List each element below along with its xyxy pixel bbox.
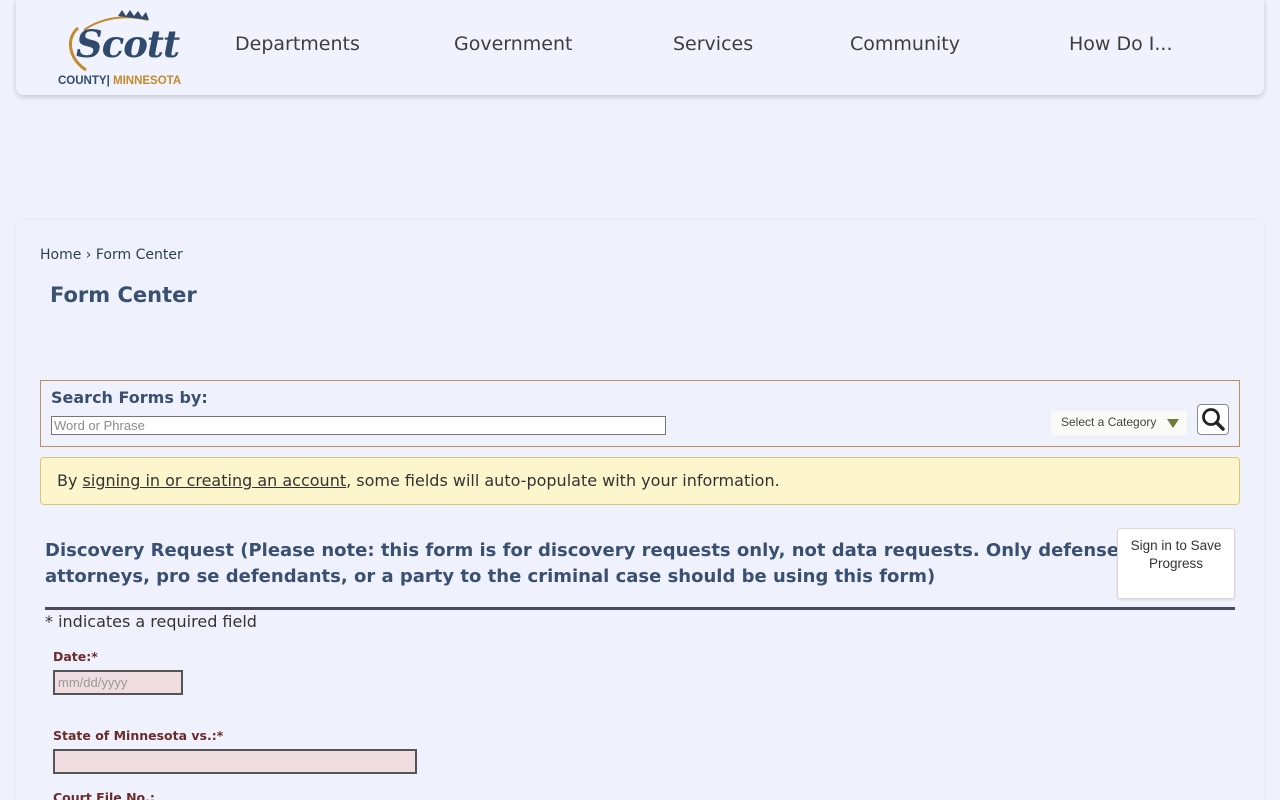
nav-how-do-i[interactable]: How Do I... (1069, 33, 1173, 55)
date-label: Date:* (53, 649, 98, 664)
logo-wordmark: Scott (76, 22, 180, 66)
search-label: Search Forms by: (51, 388, 208, 407)
sign-in-link[interactable]: signing in or creating an account (83, 471, 347, 490)
form-search-panel: Search Forms by: Select a Category (40, 380, 1240, 447)
state-vs-label: State of Minnesota vs.:* (53, 728, 224, 743)
title-divider (45, 607, 1235, 610)
scott-county-logo[interactable]: Scott COUNTY| MINNESOTA (56, 8, 191, 90)
dropdown-arrow-icon (1167, 419, 1179, 428)
category-select-label: Select a Category (1061, 415, 1157, 429)
notice-prefix: By (57, 471, 83, 490)
court-file-no-label: Court File No.: (53, 790, 155, 800)
required-field-note: * indicates a required field (45, 612, 257, 631)
logo-county-text: COUNTY| MINNESOTA (58, 75, 182, 87)
state-vs-field[interactable] (53, 749, 417, 774)
breadcrumb-current: Form Center (95, 247, 183, 263)
breadcrumb-separator: › (85, 247, 92, 263)
sign-in-save-progress-button[interactable]: Sign in to Save Progress (1117, 528, 1235, 599)
nav-services[interactable]: Services (673, 33, 753, 55)
notice-suffix: , some fields will auto-populate with yo… (346, 471, 780, 490)
main-content: Home › Form Center Form Center Search Fo… (16, 220, 1264, 800)
nav-community[interactable]: Community (850, 33, 960, 55)
date-field[interactable] (53, 670, 183, 695)
breadcrumb-home-link[interactable]: Home (40, 247, 81, 263)
search-button[interactable] (1197, 404, 1229, 435)
category-select[interactable]: Select a Category (1051, 411, 1187, 435)
form-title: Discovery Request (Please note: this for… (45, 540, 1120, 587)
search-icon (1202, 408, 1225, 431)
breadcrumb: Home › Form Center (40, 247, 183, 263)
nav-departments[interactable]: Departments (235, 33, 360, 55)
sign-in-notice: By signing in or creating an account, so… (40, 457, 1240, 505)
page-title: Form Center (50, 283, 197, 307)
site-header: Scott COUNTY| MINNESOTA Departments Gove… (16, 0, 1264, 95)
search-input[interactable] (51, 416, 666, 435)
nav-government[interactable]: Government (454, 33, 573, 55)
